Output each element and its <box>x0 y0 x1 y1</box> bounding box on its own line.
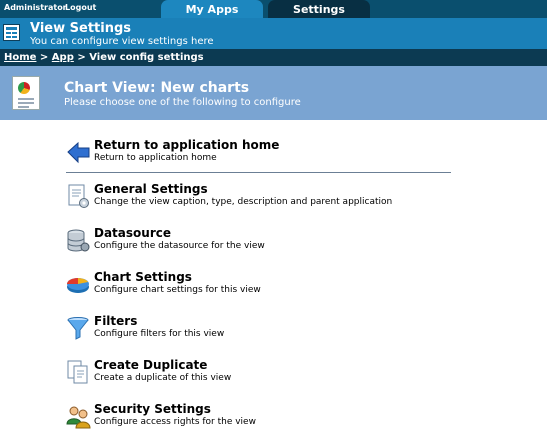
breadcrumb-home-link[interactable]: Home <box>4 52 36 63</box>
logout-link[interactable]: Logout <box>65 3 96 12</box>
chart-document-icon <box>12 76 40 110</box>
menu-item-security-settings[interactable]: Security Settings Configure access right… <box>66 402 456 432</box>
banner-title: Chart View: New charts <box>64 80 250 96</box>
menu-item-description: Change the view caption, type, descripti… <box>94 197 393 207</box>
menu-item-title: Create Duplicate <box>94 358 208 372</box>
users-icon <box>66 406 91 429</box>
document-gear-icon <box>68 184 89 208</box>
menu-item-title: Filters <box>94 314 138 328</box>
database-icon <box>67 229 90 252</box>
tab-my-apps[interactable]: My Apps <box>161 0 263 18</box>
chart-view-banner: Chart View: New charts Please choose one… <box>0 66 547 120</box>
table-grid-icon <box>3 24 20 41</box>
menu-item-title: Return to application home <box>94 138 280 152</box>
menu-item-title: Datasource <box>94 226 171 240</box>
banner-subtitle: Please choose one of the following to co… <box>64 97 301 108</box>
back-arrow-icon <box>67 141 90 164</box>
menu-item-general-settings[interactable]: General Settings Change the view caption… <box>66 182 456 212</box>
page-subtitle: You can configure view settings here <box>30 36 214 47</box>
menu-item-return-home[interactable]: Return to application home Return to app… <box>66 138 456 168</box>
menu-item-description: Create a duplicate of this view <box>94 373 232 383</box>
breadcrumb-current: View config settings <box>89 52 204 63</box>
breadcrumb-separator: > <box>73 52 90 63</box>
menu-item-datasource[interactable]: Datasource Configure the datasource for … <box>66 226 456 256</box>
breadcrumb-app-link[interactable]: App <box>52 52 74 63</box>
breadcrumb: Home > App > View config settings <box>0 49 547 66</box>
menu-item-description: Return to application home <box>94 153 217 163</box>
funnel-icon <box>67 317 89 340</box>
menu-item-create-duplicate[interactable]: Create Duplicate Create a duplicate of t… <box>66 358 456 388</box>
menu-item-description: Configure access rights for the view <box>94 417 256 427</box>
pie-chart-icon <box>67 278 89 293</box>
user-link[interactable]: Administrator <box>4 3 67 12</box>
menu-item-chart-settings[interactable]: Chart Settings Configure chart settings … <box>66 270 456 300</box>
menu-item-title: Chart Settings <box>94 270 192 284</box>
menu-item-title: Security Settings <box>94 402 211 416</box>
page-title: View Settings <box>30 21 132 36</box>
menu-item-title: General Settings <box>94 182 208 196</box>
top-bar: Administrator Logout My Apps Settings <box>0 0 547 18</box>
breadcrumb-separator: > <box>36 52 52 63</box>
page-header: View Settings You can configure view set… <box>0 18 547 49</box>
menu-item-filters[interactable]: Filters Configure filters for this view <box>66 314 456 344</box>
copy-icon <box>67 360 88 384</box>
menu-item-description: Configure filters for this view <box>94 329 225 339</box>
menu-item-description: Configure chart settings for this view <box>94 285 261 295</box>
menu-item-description: Configure the datasource for the view <box>94 241 265 251</box>
menu-divider <box>66 172 451 173</box>
tab-settings[interactable]: Settings <box>268 0 370 18</box>
